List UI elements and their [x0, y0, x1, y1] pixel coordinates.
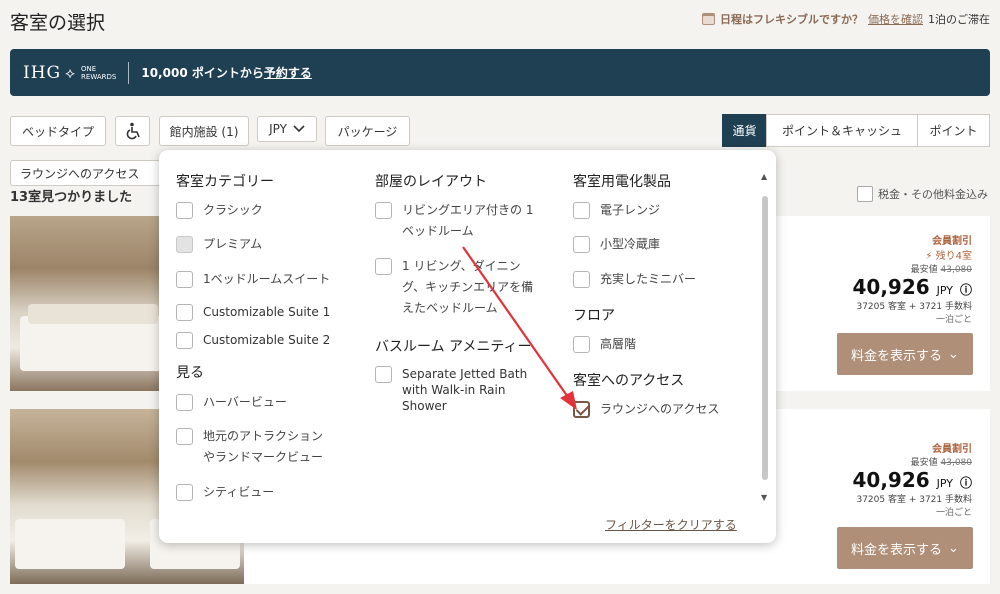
annotation-arrow-icon — [462, 246, 577, 410]
